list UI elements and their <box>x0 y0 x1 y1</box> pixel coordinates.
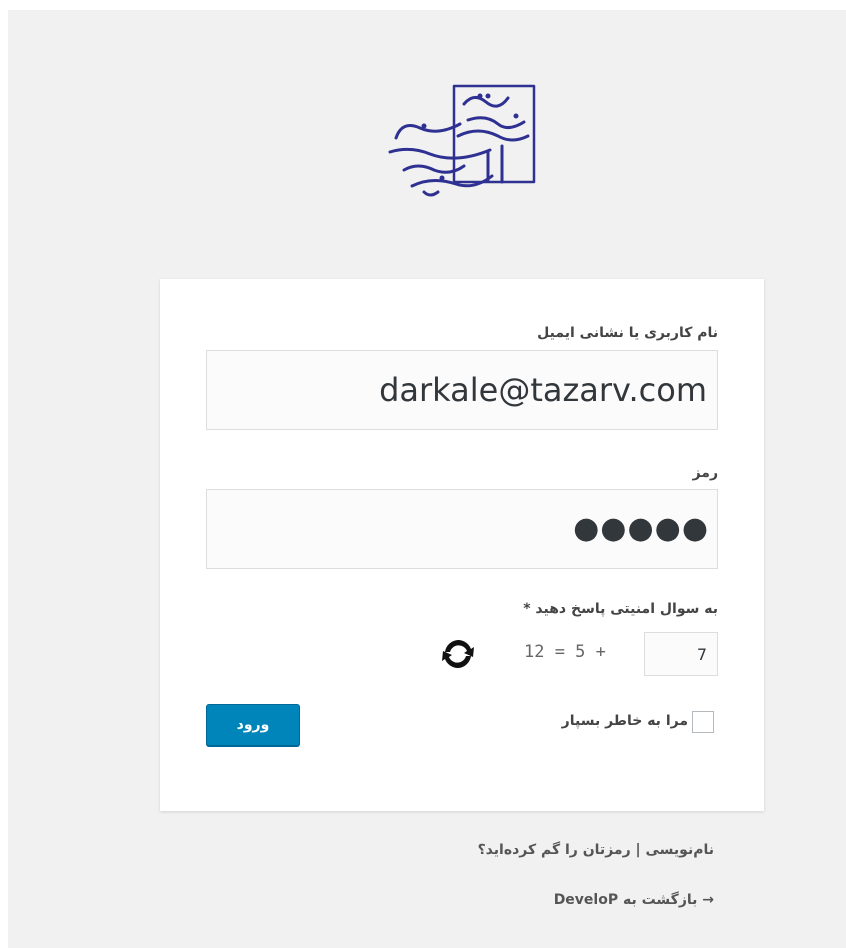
refresh-icon[interactable] <box>440 636 476 672</box>
remember-me-label[interactable]: مرا به خاطر بسپار <box>562 713 688 729</box>
username-input[interactable] <box>206 350 718 430</box>
password-masked-value: ●●●●● <box>573 511 709 546</box>
logo-icon <box>388 84 536 197</box>
organization-logo <box>384 82 538 202</box>
login-button[interactable]: ورود <box>206 704 300 746</box>
password-input[interactable]: ●●●●● <box>206 489 718 569</box>
captcha-answer-input[interactable] <box>644 632 718 676</box>
lost-password-link[interactable]: رمزتان را گم کرده‌اید؟ <box>478 842 631 858</box>
captcha-label: به سوال امنیتی پاسخ دهید * <box>523 601 718 617</box>
login-page: نام کاربری یا نشانی ایمیل رمز ●●●●● به س… <box>8 10 846 948</box>
login-form-card: نام کاربری یا نشانی ایمیل رمز ●●●●● به س… <box>160 279 764 811</box>
register-link[interactable]: نام‌نویسی <box>646 842 714 858</box>
link-separator: | <box>635 842 641 858</box>
back-to-site-link[interactable]: → بازگشت به DeveloP <box>554 892 714 908</box>
remember-me-checkbox[interactable] <box>692 711 714 733</box>
password-label: رمز <box>692 465 718 481</box>
footer-nav: نام‌نویسی | رمزتان را گم کرده‌اید؟ <box>478 842 714 858</box>
captcha-question: 12 = 5 + <box>524 642 606 662</box>
username-label: نام کاربری یا نشانی ایمیل <box>537 325 718 341</box>
back-to-site: → بازگشت به DeveloP <box>554 892 714 908</box>
